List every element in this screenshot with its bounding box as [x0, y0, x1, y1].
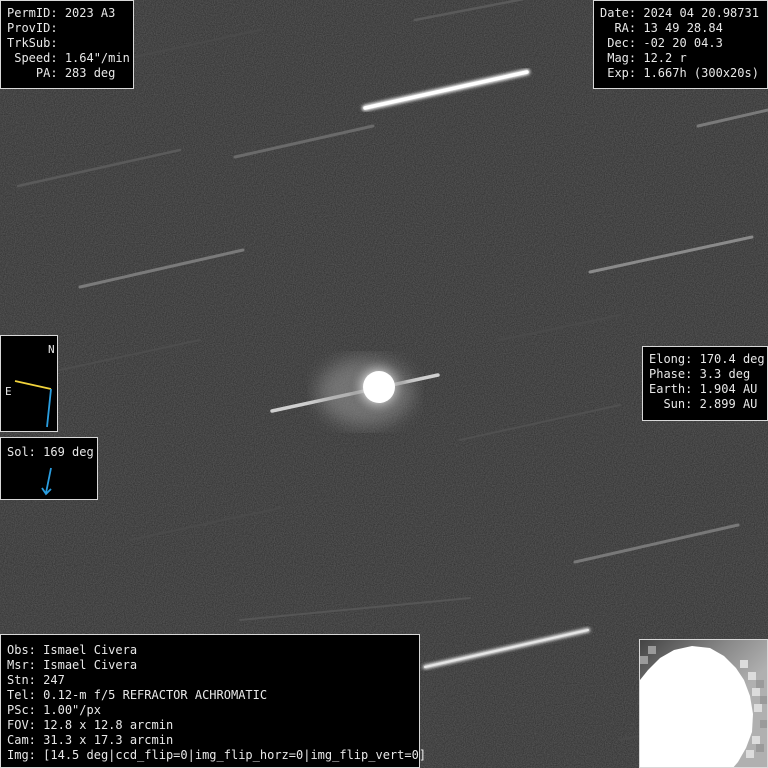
east-arrow-icon [14, 380, 52, 390]
observer-info-row: FOV: 12.8 x 12.8 arcmin [7, 718, 174, 732]
target-info-row: PermID: 2023 A3 [7, 6, 116, 20]
observer-info-row: Stn: 247 [7, 673, 65, 687]
zoom-image [640, 640, 767, 767]
observer-info-panel: Obs: Ismael Civera Msr: Ismael Civera St… [0, 634, 427, 768]
north-arrow-icon [46, 388, 52, 428]
observation-info-row: RA: 13 49 28.84 [600, 21, 723, 35]
observation-info-row: Dec: -02 20 04.3 [600, 36, 723, 50]
observer-info-row: Obs: Ismael Civera [7, 643, 138, 657]
comet-image-viewer: PermID: 2023 A3 ProvID: TrkSub: Speed: 1… [0, 0, 768, 768]
observer-info-row: Tel: 0.12-m f/5 REFRACTOR ACHROMATIC [7, 688, 268, 702]
nucleus-zoom-inset [639, 639, 768, 768]
geometry-info-row: Sun: 2.899 AU [649, 397, 758, 411]
target-info-row: ProvID: [7, 21, 58, 35]
observation-info-row: Date: 2024 04 20.98731 [600, 6, 759, 20]
target-info-row: TrkSub: [7, 36, 58, 50]
observer-info-row: PSc: 1.00"/px [7, 703, 101, 717]
geometry-info-row: Earth: 1.904 AU [649, 382, 758, 396]
observation-info-row: Exp: 1.667h (300x20s) [600, 66, 759, 80]
observer-info-row: Img: [14.5 deg|ccd_flip=0|img_flip_horz=… [7, 748, 427, 762]
target-info-row: PA: 283 deg [7, 66, 116, 80]
observer-info-row: Cam: 31.3 x 17.3 arcmin [7, 733, 174, 747]
observation-info-panel: Date: 2024 04 20.98731 RA: 13 49 28.84 D… [593, 0, 768, 89]
geometry-info-row: Phase: 3.3 deg [649, 367, 751, 381]
sun-direction-arrow-icon [41, 467, 52, 496]
compass-panel: N E [0, 335, 58, 432]
sol-panel: Sol: 169 deg [0, 437, 98, 500]
comet-nucleus [363, 371, 395, 403]
target-info-panel: PermID: 2023 A3 ProvID: TrkSub: Speed: 1… [0, 0, 134, 89]
observation-info-row: Mag: 12.2 r [600, 51, 687, 65]
compass-arrows [14, 380, 52, 428]
target-info-row: Speed: 1.64"/min [7, 51, 130, 65]
geometry-info-row: Elong: 170.4 deg [649, 352, 765, 366]
geometry-info-panel: Elong: 170.4 deg Phase: 3.3 deg Earth: 1… [642, 346, 768, 421]
observer-info-row: Msr: Ismael Civera [7, 658, 138, 672]
